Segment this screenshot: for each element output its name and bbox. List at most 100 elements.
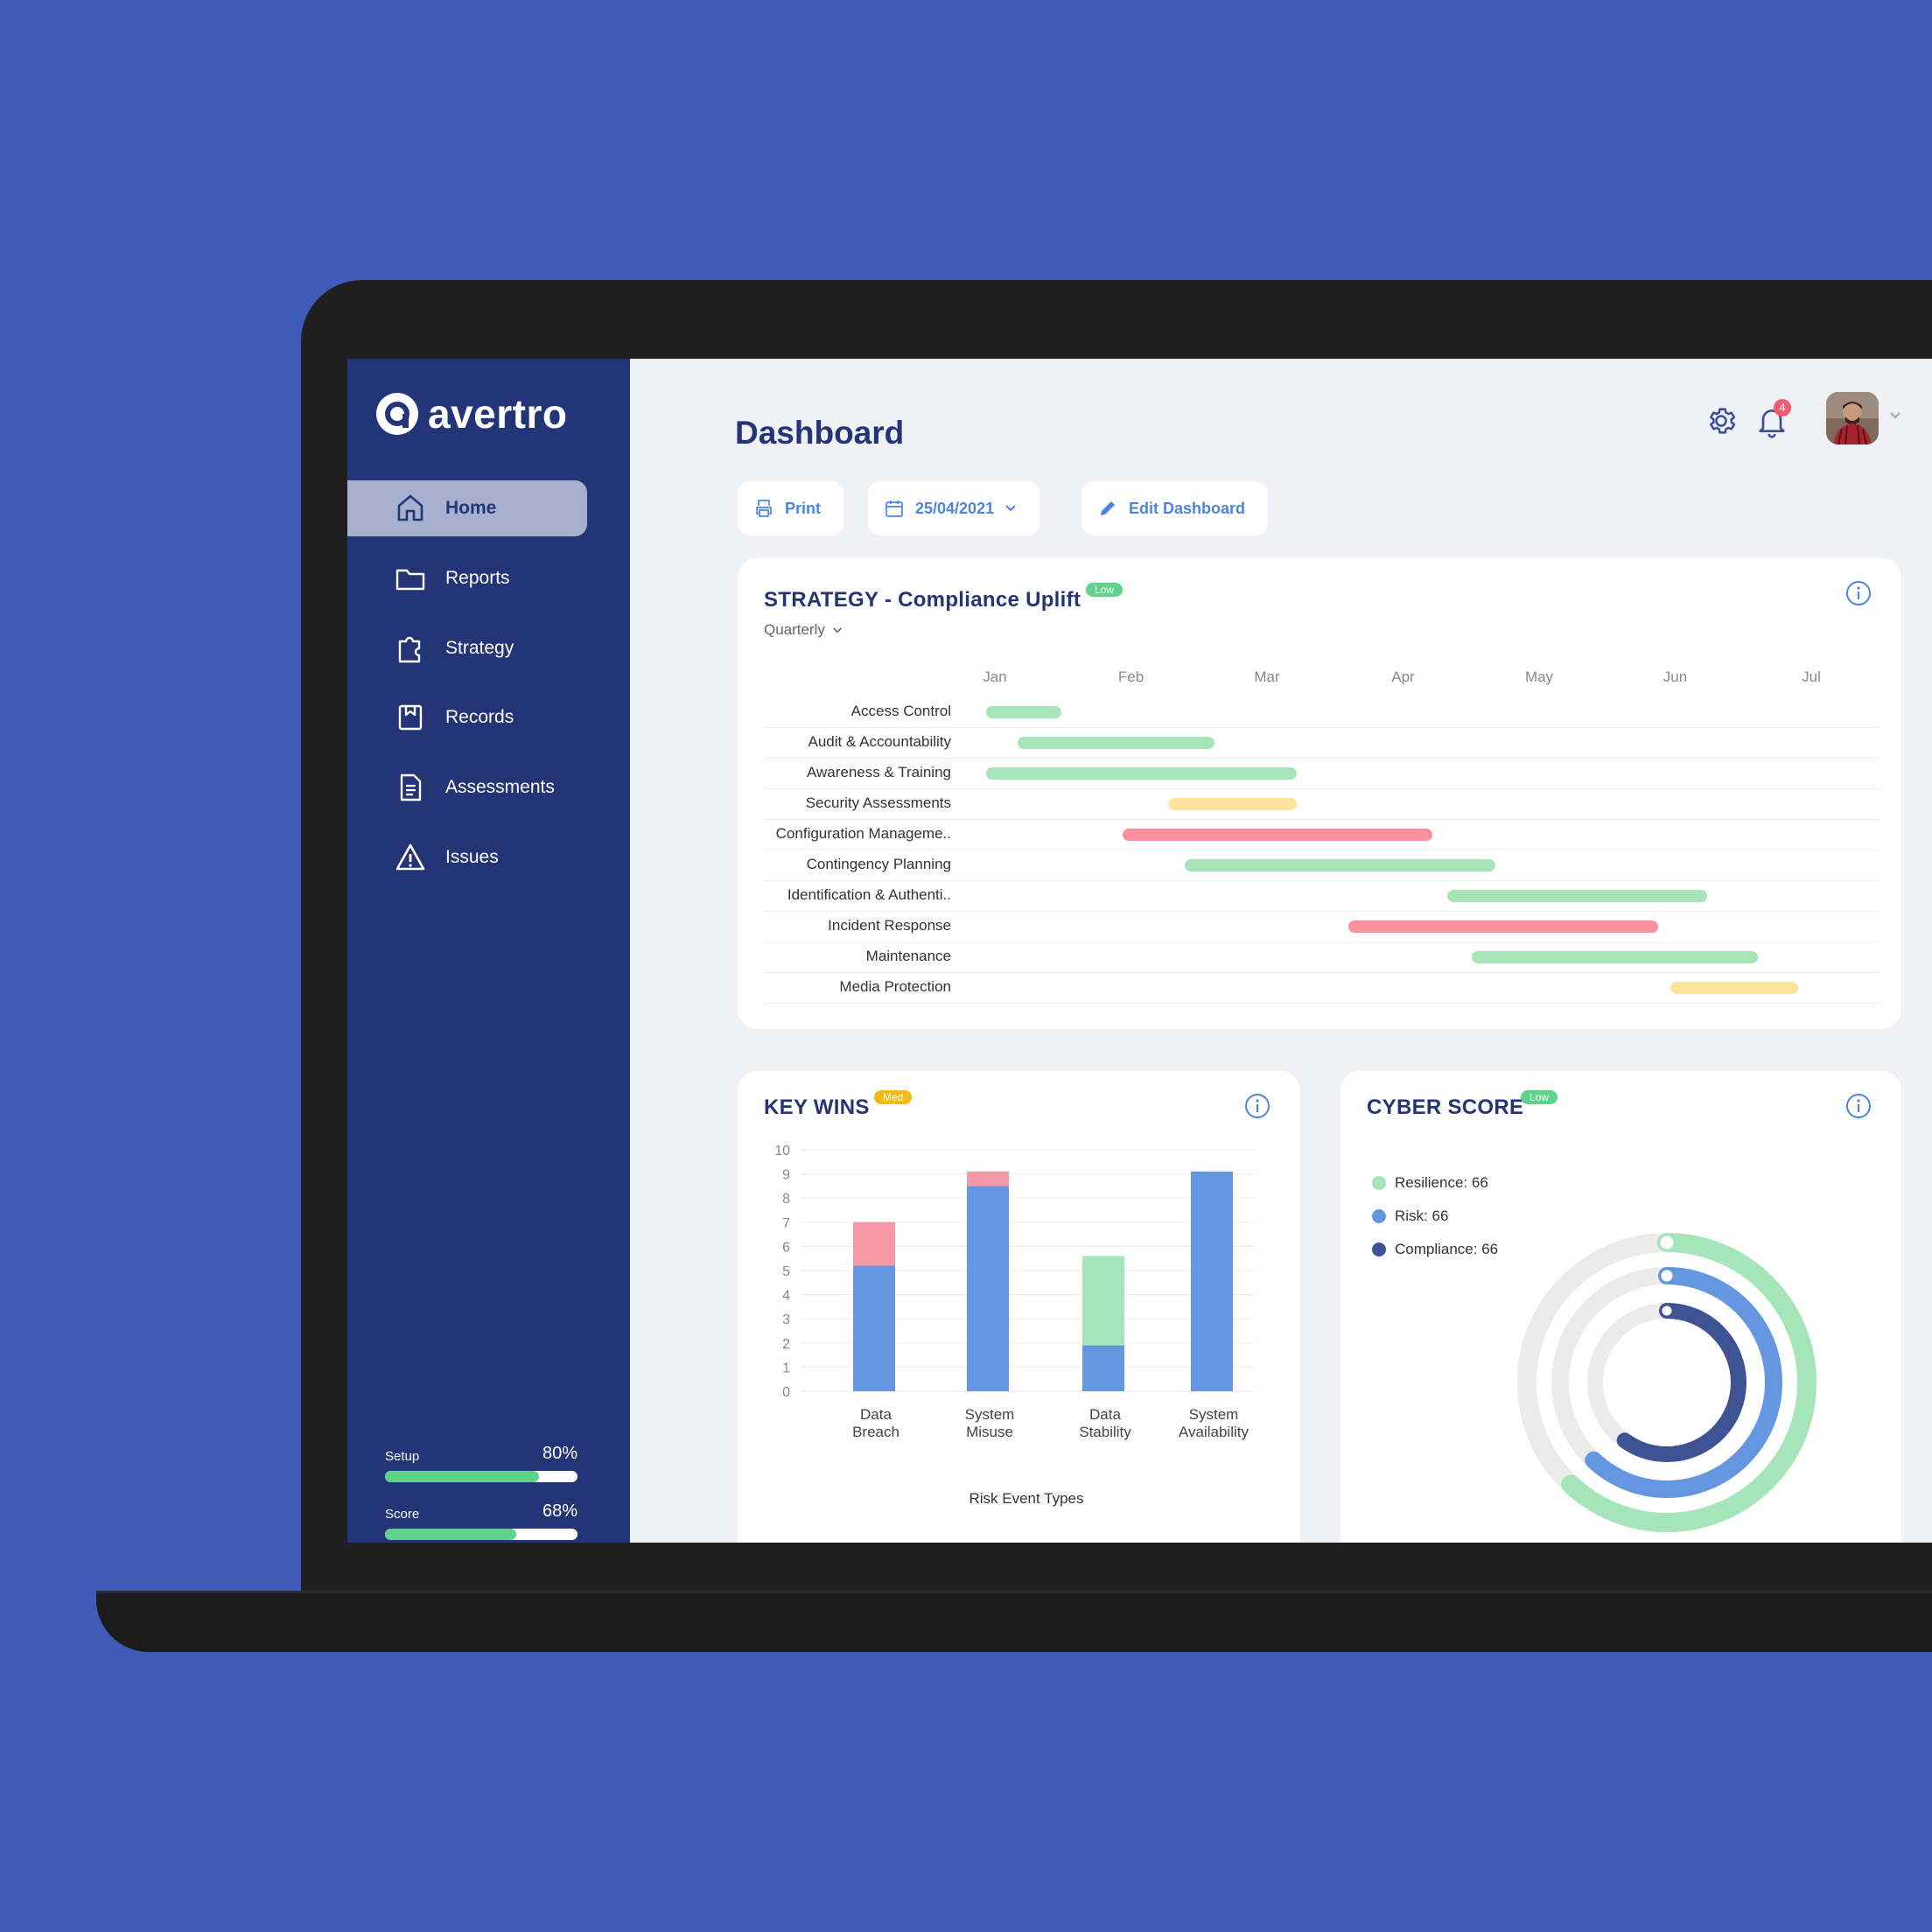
laptop-base xyxy=(96,1591,1932,1652)
chevron-down-icon xyxy=(1005,505,1016,512)
cyber-score-legend-item: Resilience: 66 xyxy=(1372,1174,1488,1192)
x-tick-label: System xyxy=(1189,1406,1239,1423)
pencil-icon xyxy=(1101,501,1115,515)
warning-icon xyxy=(396,844,425,871)
gantt-row-label: Access Control xyxy=(850,703,951,719)
bar xyxy=(1082,1345,1124,1391)
bar xyxy=(1191,1171,1233,1391)
sidebar-item-label: Assessments xyxy=(445,777,555,797)
avatar[interactable] xyxy=(1826,392,1879,444)
legend-dot xyxy=(1372,1242,1386,1256)
sidebar-item-strategy[interactable]: Strategy xyxy=(347,620,587,676)
sidebar-item-home[interactable]: Home xyxy=(347,480,587,536)
bar xyxy=(853,1265,895,1391)
chevron-down-icon[interactable] xyxy=(1889,411,1901,420)
avertro-logo-icon xyxy=(376,393,418,435)
gantt-bar[interactable] xyxy=(1168,798,1297,810)
gantt-bar[interactable] xyxy=(1447,890,1708,902)
gantt-row-label: Configuration Manageme.. xyxy=(775,825,951,842)
edit-dashboard-button[interactable]: Edit Dashboard xyxy=(1082,481,1269,536)
gantt-bar[interactable] xyxy=(1185,859,1495,872)
y-tick-label: 0 xyxy=(782,1385,790,1400)
info-icon[interactable] xyxy=(1243,1092,1271,1120)
gantt-month-label: Jul xyxy=(1802,668,1821,685)
key-wins-bar-chart: 012345678910DataBreachSystemMisuseDataSt… xyxy=(774,1144,1254,1507)
legend-dot xyxy=(1372,1176,1386,1190)
gantt-bar[interactable] xyxy=(1670,982,1799,994)
sidebar-item-label: Records xyxy=(445,707,514,727)
key-wins-card: KEY WINS Med 0 1 2 3 4 5 6 7 8 9 10 Data Breach Syste… xyxy=(738,1071,1300,1543)
x-tick-label: Breach xyxy=(852,1424,900,1440)
bar xyxy=(1082,1256,1124,1346)
sidebar-item-assessments[interactable]: Assessments xyxy=(347,760,587,816)
gantt-bar[interactable] xyxy=(986,706,1061,718)
sidebar-item-label: Issues xyxy=(445,847,499,867)
print-label: Print xyxy=(785,499,822,517)
y-tick-label: 10 xyxy=(774,1144,790,1158)
ring-handle[interactable] xyxy=(1659,1303,1675,1319)
sidebar-item-reports[interactable]: Reports xyxy=(347,550,587,606)
cyber-score-title: CYBER SCORE xyxy=(1367,1096,1524,1119)
y-tick-label: 6 xyxy=(782,1240,790,1255)
gantt-row-label: Media Protection xyxy=(839,978,951,995)
brand-name: avertro xyxy=(428,391,568,437)
period-label: Quarterly xyxy=(764,621,825,638)
strategy-status-badge: Low xyxy=(1086,583,1124,597)
key-wins-status-badge: Med xyxy=(874,1090,913,1104)
gantt-row-divider xyxy=(764,788,1880,789)
info-icon[interactable] xyxy=(1844,579,1872,607)
bar xyxy=(967,1186,1009,1391)
gantt-month-label: May xyxy=(1524,668,1554,685)
ring-handle[interactable] xyxy=(1657,1233,1676,1252)
sidebar-item-issues[interactable]: Issues xyxy=(347,830,587,886)
brand-logo[interactable]: avertro xyxy=(374,390,567,438)
gantt-bar[interactable] xyxy=(1017,737,1215,749)
x-tick-label: Misuse xyxy=(966,1424,1013,1440)
print-button[interactable]: Print xyxy=(738,481,844,536)
user-avatar-icon xyxy=(1826,392,1879,444)
cyber-score-legend-item: Risk: 66 xyxy=(1372,1208,1448,1225)
date-picker-button[interactable]: 25/04/2021 xyxy=(868,481,1040,536)
score-value: 68% xyxy=(542,1502,578,1521)
folder-icon xyxy=(396,569,425,591)
y-tick-label: 4 xyxy=(782,1289,790,1304)
setup-label: Setup xyxy=(385,1449,420,1464)
printer-icon xyxy=(756,500,772,517)
gear-icon[interactable] xyxy=(1704,404,1738,438)
calendar-icon xyxy=(886,500,903,517)
score-label: Score xyxy=(385,1507,420,1522)
gantt-row-divider xyxy=(764,727,1880,728)
legend-dot xyxy=(1372,1209,1386,1223)
x-tick-label: System xyxy=(965,1406,1015,1423)
setup-progress: Setup 80% xyxy=(385,1444,578,1482)
info-icon[interactable] xyxy=(1844,1092,1872,1120)
gantt-month-label: Jan xyxy=(983,668,1007,685)
sidebar-item-records[interactable]: Records xyxy=(347,690,587,746)
page-title: Dashboard xyxy=(735,415,905,451)
cyber-score-radial-chart xyxy=(1517,1233,1816,1532)
legend-label: Compliance: 66 xyxy=(1395,1241,1499,1257)
gantt-bar[interactable] xyxy=(986,767,1297,780)
setup-value: 80% xyxy=(542,1444,578,1463)
gantt-row-label: Contingency Planning xyxy=(806,856,951,872)
x-tick-label: Availability xyxy=(1179,1424,1250,1440)
score-progress-fill xyxy=(385,1529,516,1540)
gantt-row-divider xyxy=(764,880,1880,881)
score-progress-track xyxy=(385,1529,578,1540)
setup-progress-track xyxy=(385,1471,578,1482)
setup-progress-fill xyxy=(385,1471,539,1482)
gantt-row-divider xyxy=(764,758,1880,759)
ring-handle[interactable] xyxy=(1658,1267,1676,1284)
gantt-bar[interactable] xyxy=(1348,920,1659,933)
period-dropdown[interactable]: Quarterly xyxy=(764,621,843,639)
gantt-month-label: Apr xyxy=(1391,668,1415,685)
notification-count-badge: 4 xyxy=(1774,399,1791,416)
gantt-bar[interactable] xyxy=(1472,951,1758,963)
y-tick-label: 7 xyxy=(782,1216,790,1231)
app-screen: avertro Home Reports Strategy Records Assess… xyxy=(347,359,1932,1543)
legend-label: Resilience: 66 xyxy=(1395,1174,1488,1191)
sidebar-item-label: Home xyxy=(445,498,497,518)
document-icon xyxy=(400,774,422,802)
gantt-bar[interactable] xyxy=(1122,829,1433,841)
x-tick-label: Data xyxy=(1089,1406,1121,1423)
